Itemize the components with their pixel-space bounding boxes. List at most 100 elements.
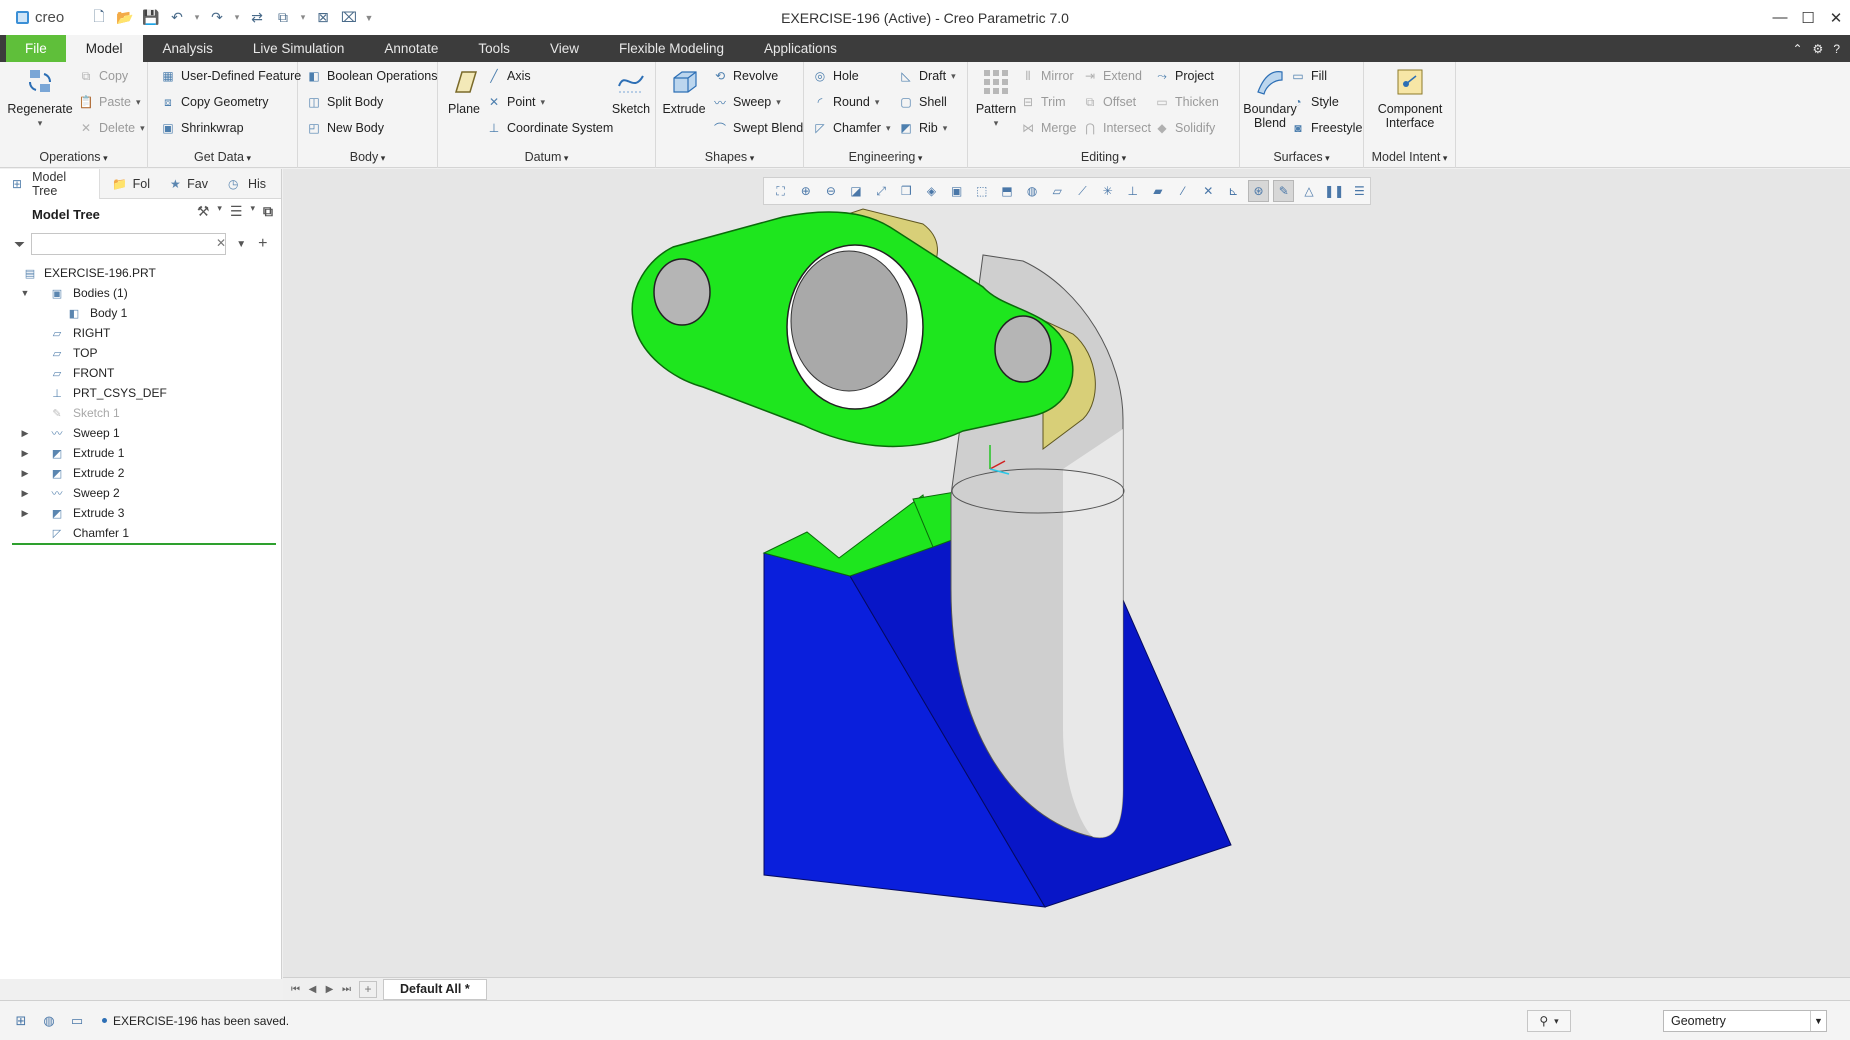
graphics-window[interactable]: ⛶ ⊕ ⊖ ◪ ⤢ ❒ ◈ ▣ ⬚ ⬒ ◍ ▱ ⟋ ✳ ⊥ ▰ ⁄ ✕ ⊾ ⊛ … bbox=[283, 169, 1850, 977]
tree-item[interactable]: ▶ 〰 Sweep 1 bbox=[0, 423, 281, 443]
tree-item[interactable]: ◧ Body 1 bbox=[0, 303, 281, 323]
intersect-button[interactable]: ⋂ Intersect bbox=[1082, 117, 1151, 139]
tree-item[interactable]: ▱ RIGHT bbox=[0, 323, 281, 343]
tab-file[interactable]: File bbox=[6, 35, 66, 62]
offset-button[interactable]: ⧉ Offset bbox=[1082, 91, 1136, 113]
plane-button[interactable]: Plane bbox=[442, 66, 486, 116]
view-tab-default-all[interactable]: Default All * bbox=[383, 978, 487, 1000]
sweep-button[interactable]: 〰 Sweep ▾ bbox=[712, 91, 781, 113]
zoom-out-icon[interactable]: ⊖ bbox=[820, 180, 841, 202]
section-icon[interactable]: ⬒ bbox=[996, 180, 1017, 202]
draft-dropdown-icon[interactable]: ▾ bbox=[951, 71, 956, 82]
first-tab-icon[interactable]: ⏮ bbox=[287, 984, 304, 995]
tab-model[interactable]: Model bbox=[65, 35, 143, 62]
sketch-button[interactable]: Sketch bbox=[610, 66, 652, 116]
copy-button[interactable]: ⧉ Copy bbox=[78, 65, 128, 87]
delete-button[interactable]: ✕ Delete ▾ bbox=[78, 117, 145, 139]
fill-button[interactable]: ▭ Fill bbox=[1290, 65, 1327, 87]
regenerate-dropdown-icon[interactable]: ▾ bbox=[38, 116, 43, 130]
rib-dropdown-icon[interactable]: ▾ bbox=[943, 123, 948, 134]
mirror-button[interactable]: ⫴ Mirror bbox=[1020, 65, 1073, 87]
close-icon[interactable]: ⌧ bbox=[338, 7, 360, 29]
refit-icon[interactable]: ⛶ bbox=[770, 180, 791, 202]
expand-icon[interactable]: ▶ bbox=[19, 508, 31, 519]
help-icon[interactable]: ? bbox=[1833, 42, 1840, 56]
zoom-in-icon[interactable]: ⊕ bbox=[795, 180, 816, 202]
chamfer-dropdown-icon[interactable]: ▾ bbox=[886, 123, 891, 134]
find-button[interactable]: ⚲ ▾ bbox=[1527, 1010, 1571, 1032]
extend-button[interactable]: ⇥ Extend bbox=[1082, 65, 1142, 87]
full-screen-icon[interactable]: ▭ bbox=[66, 1010, 88, 1032]
last-tab-icon[interactable]: ⏭ bbox=[338, 984, 355, 995]
tab-tools[interactable]: Tools bbox=[458, 35, 530, 62]
paste-button[interactable]: 📋 Paste ▾ bbox=[78, 91, 141, 113]
regenerate-button[interactable]: Regenerate ▾ bbox=[7, 66, 73, 130]
collapse-icon[interactable]: ▼ bbox=[19, 288, 31, 298]
view-manager-icon[interactable]: ◈ bbox=[921, 180, 942, 202]
add-column-icon[interactable]: + bbox=[258, 235, 267, 253]
undo-dropdown-icon[interactable]: ▾ bbox=[192, 7, 202, 29]
round-button[interactable]: ◜ Round ▾ bbox=[812, 91, 880, 113]
pattern-button[interactable]: Pattern ▾ bbox=[970, 66, 1022, 130]
tab-applications[interactable]: Applications bbox=[744, 35, 857, 62]
redo-icon[interactable]: ↷ bbox=[206, 7, 228, 29]
tab-annotate[interactable]: Annotate bbox=[364, 35, 458, 62]
freestyle-button[interactable]: ◙ Freestyle bbox=[1290, 117, 1362, 139]
windows-icon[interactable]: ⧉ bbox=[272, 7, 294, 29]
tree-item[interactable]: ▶ ◩ Extrude 2 bbox=[0, 463, 281, 483]
maximize-button[interactable]: ☐ bbox=[1794, 0, 1822, 35]
spin-center-icon[interactable]: ⊛ bbox=[1247, 180, 1270, 202]
tab-live-simulation[interactable]: Live Simulation bbox=[233, 35, 365, 62]
sweep-dropdown-icon[interactable]: ▾ bbox=[776, 97, 781, 108]
options-icon[interactable]: ☰ bbox=[1349, 180, 1370, 202]
redo-dropdown-icon[interactable]: ▾ bbox=[232, 7, 242, 29]
point-tag-display-icon[interactable]: ✕ bbox=[1198, 180, 1219, 202]
perspective-icon[interactable]: ⬚ bbox=[971, 180, 992, 202]
add-tab-button[interactable]: + bbox=[359, 980, 377, 998]
tab-view[interactable]: View bbox=[530, 35, 599, 62]
pattern-dropdown-icon[interactable]: ▾ bbox=[994, 116, 999, 130]
draft-button[interactable]: ◺ Draft ▾ bbox=[898, 65, 956, 87]
customize-qat-icon[interactable]: ▼ bbox=[364, 7, 374, 29]
appearance-icon[interactable]: ◍ bbox=[1022, 180, 1043, 202]
search-options-icon[interactable]: ▼ bbox=[236, 239, 246, 250]
navigator-toggle-icon[interactable]: ⊞ bbox=[10, 1010, 32, 1032]
extrude-button[interactable]: Extrude bbox=[662, 66, 706, 116]
swept-blend-button[interactable]: ⌒ Swept Blend bbox=[712, 117, 803, 139]
tree-item[interactable]: ▶ ◩ Extrude 1 bbox=[0, 443, 281, 463]
rib-button[interactable]: ◩ Rib ▾ bbox=[898, 117, 947, 139]
tab-history[interactable]: ◷ His bbox=[216, 169, 274, 199]
new-body-button[interactable]: ◰ New Body bbox=[306, 117, 384, 139]
tab-flexible-modeling[interactable]: Flexible Modeling bbox=[599, 35, 744, 62]
expand-icon[interactable]: ▶ bbox=[19, 428, 31, 439]
next-tab-icon[interactable]: ▶ bbox=[321, 984, 338, 995]
tree-item[interactable]: ⊥ PRT_CSYS_DEF bbox=[0, 383, 281, 403]
new-icon[interactable]: 🗋 bbox=[88, 7, 110, 29]
tree-item[interactable]: ✎ Sketch 1 bbox=[0, 403, 281, 423]
flange-left-hole[interactable] bbox=[653, 258, 711, 326]
tree-search-input[interactable] bbox=[31, 233, 227, 255]
component-interface-button[interactable]: Component Interface bbox=[1368, 66, 1452, 130]
get-data-group-label[interactable]: Get Data bbox=[148, 150, 297, 164]
save-icon[interactable]: 💾 bbox=[140, 7, 162, 29]
point-button[interactable]: ✕ Point ▾ bbox=[486, 91, 545, 113]
copy-geometry-button[interactable]: ⧈ Copy Geometry bbox=[160, 91, 268, 113]
browser-toggle-icon[interactable]: ◍ bbox=[38, 1010, 60, 1032]
tree-item[interactable]: ▶ 〰 Sweep 2 bbox=[0, 483, 281, 503]
coordinate-system-button[interactable]: ⊥ Coordinate System bbox=[486, 117, 614, 139]
project-button[interactable]: ⤳ Project bbox=[1154, 65, 1214, 87]
merge-button[interactable]: ⋈ Merge bbox=[1020, 117, 1076, 139]
chamfer-button[interactable]: ◸ Chamfer ▾ bbox=[812, 117, 890, 139]
previous-tab-icon[interactable]: ◀ bbox=[304, 984, 321, 995]
operations-group-label[interactable]: Operations bbox=[0, 150, 147, 164]
paste-dropdown-icon[interactable]: ▾ bbox=[136, 97, 141, 108]
shrinkwrap-button[interactable]: ▣ Shrinkwrap bbox=[160, 117, 243, 139]
selection-filter-select[interactable]: Geometry ▼ bbox=[1663, 1010, 1827, 1032]
tree-item[interactable]: ◸ Chamfer 1 bbox=[0, 523, 281, 543]
tree-item[interactable]: ▤ EXERCISE-196.PRT bbox=[0, 263, 281, 283]
thicken-button[interactable]: ▭ Thicken bbox=[1154, 91, 1218, 113]
pause-icon[interactable]: ❚❚ bbox=[1324, 180, 1345, 202]
show-dropdown-icon[interactable]: ▾ bbox=[250, 203, 255, 220]
user-defined-feature-button[interactable]: ▦ User-Defined Feature bbox=[160, 65, 301, 87]
tree-settings-dropdown-icon[interactable]: ▾ bbox=[217, 203, 222, 220]
